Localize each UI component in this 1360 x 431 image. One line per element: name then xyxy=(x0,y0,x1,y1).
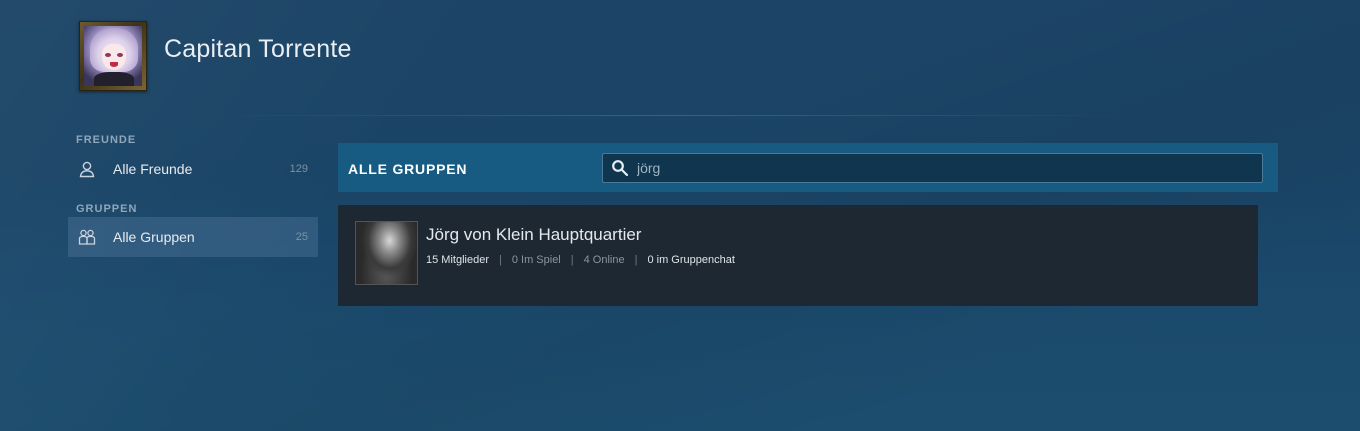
stat-separator: | xyxy=(570,254,574,266)
sidebar-header-friends: FREUNDE xyxy=(76,134,137,146)
group-online-count: 4 Online xyxy=(583,254,625,266)
profile-avatar[interactable] xyxy=(79,21,147,91)
group-search-box xyxy=(602,153,1263,183)
sidebar-item-all-friends[interactable]: Alle Freunde 129 xyxy=(68,149,318,189)
group-result-card[interactable]: Jörg von Klein Hauptquartier 15 Mitglied… xyxy=(338,205,1258,306)
group-name[interactable]: Jörg von Klein Hauptquartier xyxy=(426,225,641,245)
sidebar-item-label: Alle Freunde xyxy=(113,161,193,177)
friends-count: 129 xyxy=(289,163,308,175)
groups-count: 25 xyxy=(295,231,308,243)
group-stats: 15 Mitglieder | 0 Im Spiel | 4 Online | … xyxy=(426,254,735,266)
anime-avatar-image xyxy=(84,26,142,86)
header-divider xyxy=(195,115,1145,116)
search-icon[interactable] xyxy=(609,157,631,179)
stat-separator: | xyxy=(498,254,502,266)
group-avatar xyxy=(355,221,418,285)
sidebar-item-all-groups[interactable]: Alle Gruppen 25 xyxy=(68,217,318,257)
group-chat-count: 0 im Gruppenchat xyxy=(647,254,735,266)
sidebar-item-label: Alle Gruppen xyxy=(113,229,195,245)
group-search-input[interactable] xyxy=(631,154,1262,182)
stat-separator: | xyxy=(634,254,638,266)
sidebar-header-groups: GRUPPEN xyxy=(76,203,138,215)
group-members-count: 15 Mitglieder xyxy=(426,254,489,266)
person-icon xyxy=(77,159,97,179)
group-in-game-count: 0 Im Spiel xyxy=(511,254,561,266)
profile-name[interactable]: Capitan Torrente xyxy=(164,35,352,64)
groups-panel-header: ALLE GRUPPEN xyxy=(338,143,1278,192)
groups-panel-title: ALLE GRUPPEN xyxy=(348,161,468,177)
group-icon xyxy=(77,227,97,247)
